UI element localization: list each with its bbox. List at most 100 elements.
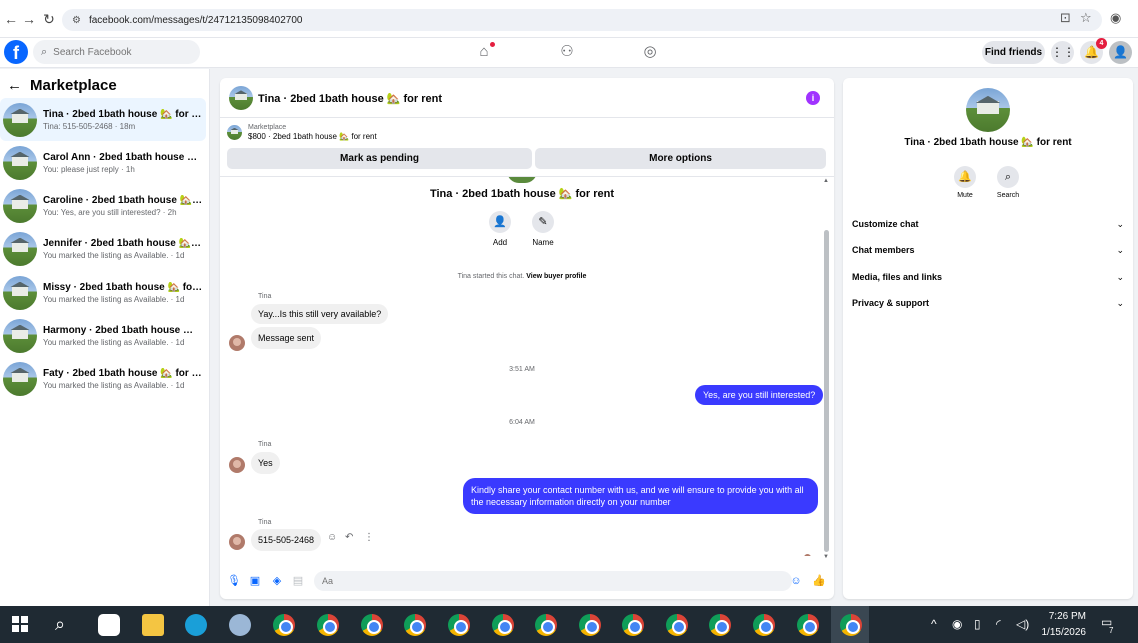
listing-avatar	[3, 361, 37, 396]
sender-avatar	[229, 457, 245, 473]
chrome-icon[interactable]	[753, 614, 775, 636]
friends-icon[interactable]: ⚇	[557, 42, 577, 62]
photo-icon[interactable]: ▣	[248, 574, 262, 588]
record-icon[interactable]: ◉	[952, 617, 962, 631]
chrome-icon[interactable]	[535, 614, 557, 636]
chrome-icon[interactable]	[579, 614, 601, 636]
pencil-icon: ✎	[532, 211, 554, 233]
account-avatar[interactable]: 👤	[1109, 41, 1132, 64]
taskbar-search-icon[interactable]: ⌕	[55, 614, 65, 635]
reply-icon[interactable]: ↶	[345, 532, 353, 543]
mark-as-pending-button[interactable]: Mark as pending	[227, 148, 532, 169]
chrome-icon[interactable]	[709, 614, 731, 636]
app-icon[interactable]	[229, 614, 251, 636]
facebook-logo[interactable]: f	[4, 40, 28, 64]
privacy-support-row[interactable]: Privacy & support ⌄	[852, 294, 1124, 312]
chrome-icon[interactable]	[840, 614, 862, 636]
more-actions-icon[interactable]: ⋮	[364, 532, 374, 543]
scroll-up-arrow-icon[interactable]: ▲	[823, 178, 829, 184]
scroll-down-arrow-icon[interactable]: ▼	[823, 554, 829, 560]
taskbar-time[interactable]: 7:26 PM	[1036, 611, 1086, 622]
chrome-icon[interactable]	[666, 614, 688, 636]
bookmark-star-icon[interactable]: ☆	[1080, 10, 1092, 26]
conversation-item-harmony[interactable]: Harmony · 2bed 1bath house 🏡 fo... You m…	[0, 314, 206, 357]
like-thumb-icon[interactable]: 👍	[812, 574, 826, 588]
more-options-button[interactable]: More options	[535, 148, 826, 169]
address-bar[interactable]: ⚙ facebook.com/messages/t/24712135098402…	[62, 9, 1102, 31]
mute-label: Mute	[957, 192, 973, 199]
outgoing-message[interactable]: Yes, are you still interested?	[695, 385, 824, 405]
chat-avatar[interactable]	[229, 86, 253, 110]
windows-start-icon[interactable]	[12, 616, 28, 632]
find-friends-button[interactable]: Find friends	[982, 41, 1045, 64]
chrome-icon[interactable]	[797, 614, 819, 636]
reload-icon[interactable]: ↻	[40, 10, 58, 28]
file-explorer-icon[interactable]	[142, 614, 164, 636]
chrome-icon[interactable]	[492, 614, 514, 636]
add-person-action[interactable]: 👤 Add	[480, 211, 520, 247]
edge-browser-icon[interactable]	[185, 614, 207, 636]
search-action[interactable]: ⌕ Search	[988, 166, 1028, 199]
view-buyer-profile-link[interactable]: View buyer profile	[526, 273, 586, 280]
search-box[interactable]: ⌕	[33, 40, 200, 64]
listing-avatar	[3, 145, 37, 180]
battery-icon[interactable]: ▯	[974, 617, 981, 631]
incoming-message[interactable]: Message sent	[251, 327, 322, 349]
groups-icon[interactable]: ◎	[640, 42, 660, 62]
browser-toolbar: ← → ↻ ⚙ facebook.com/messages/t/24712135…	[0, 0, 1138, 38]
gif-icon[interactable]: ▤	[291, 574, 305, 588]
listing-summary[interactable]: Marketplace $800 · 2bed 1bath house 🏡 fo…	[227, 124, 377, 141]
chrome-icon[interactable]	[317, 614, 339, 636]
customize-chat-row[interactable]: Customize chat ⌄	[852, 215, 1124, 233]
chat-scrollbar[interactable]	[824, 230, 829, 552]
forward-arrow-icon[interactable]: →	[20, 10, 38, 28]
conversation-item-faty[interactable]: Faty · 2bed 1bath house 🏡 for rent You m…	[0, 357, 206, 400]
emoji-icon[interactable]: ☺	[789, 574, 803, 588]
info-icon[interactable]: i	[806, 91, 820, 105]
conversation-item-tina[interactable]: Tina · 2bed 1bath house 🏡 for rent Tina:…	[0, 98, 206, 141]
microphone-icon[interactable]: 🎙	[227, 574, 241, 588]
chrome-icon[interactable]	[361, 614, 383, 636]
outgoing-message[interactable]: Kindly share your contact number with us…	[463, 478, 818, 514]
conversation-title: Tina · 2bed 1bath house 🏡 for rent	[429, 188, 614, 200]
menu-grid-icon[interactable]: ⋮⋮	[1051, 41, 1075, 64]
chrome-icon[interactable]	[273, 614, 295, 636]
search-input[interactable]	[53, 46, 184, 58]
back-arrow-icon[interactable]: ←	[2, 10, 20, 28]
chat-title[interactable]: Tina · 2bed 1bath house 🏡 for rent	[258, 92, 442, 105]
windows-taskbar: ⌕ ^ ◉ ▯ ◜ ◁) 7:26 PM 1/15/2026 ▭ 7	[0, 606, 1138, 643]
conversation-name: Faty · 2bed 1bath house 🏡 for rent	[43, 367, 203, 379]
sticker-icon[interactable]: ◈	[270, 574, 284, 588]
site-info-icon[interactable]: ⚙	[72, 15, 81, 26]
app-icon[interactable]	[98, 614, 120, 636]
profile-icon[interactable]: ◉	[1110, 10, 1121, 26]
listing-avatar	[3, 102, 37, 137]
incoming-message[interactable]: Yes	[251, 452, 280, 474]
volume-icon[interactable]: ◁)	[1016, 617, 1029, 631]
incoming-message[interactable]: 515-505-2468	[251, 529, 322, 551]
edit-name-action[interactable]: ✎ Name	[523, 211, 563, 247]
conversation-item-carol-ann[interactable]: Carol Ann · 2bed 1bath house 🏡 f... You:…	[0, 141, 206, 184]
chrome-icon[interactable]	[448, 614, 470, 636]
conversation-item-missy[interactable]: Missy · 2bed 1bath house 🏡 for re... You…	[0, 271, 206, 314]
home-notification-dot	[490, 42, 495, 47]
wifi-icon[interactable]: ◜	[996, 617, 1001, 631]
conversation-name: Tina · 2bed 1bath house 🏡 for rent	[43, 108, 203, 120]
message-thread[interactable]: Tina · 2bed 1bath house 🏡 for rent 👤 Add…	[220, 176, 834, 556]
chrome-icon[interactable]	[622, 614, 644, 636]
chat-members-row[interactable]: Chat members ⌄	[852, 241, 1124, 259]
add-person-icon: 👤	[489, 211, 511, 233]
conversation-preview: You marked the listing as Available. · 1…	[43, 250, 185, 260]
react-icon[interactable]: ☺	[327, 532, 337, 543]
incoming-message[interactable]: Yay...Is this still very available?	[251, 304, 389, 324]
taskbar-date[interactable]: 1/15/2026	[1036, 627, 1087, 638]
conversation-item-jennifer[interactable]: Jennifer · 2bed 1bath house 🏡 for... You…	[0, 227, 206, 270]
install-icon[interactable]: ⊡	[1060, 10, 1071, 26]
chevron-up-icon[interactable]: ^	[931, 617, 937, 631]
mute-action[interactable]: 🔔 Mute	[945, 166, 985, 199]
message-input[interactable]	[314, 571, 792, 591]
media-files-links-row[interactable]: Media, files and links ⌄	[852, 268, 1124, 286]
chrome-icon[interactable]	[404, 614, 426, 636]
back-arrow-icon[interactable]: ←	[7, 77, 22, 94]
conversation-item-caroline[interactable]: Caroline · 2bed 1bath house 🏡 for... You…	[0, 184, 206, 227]
